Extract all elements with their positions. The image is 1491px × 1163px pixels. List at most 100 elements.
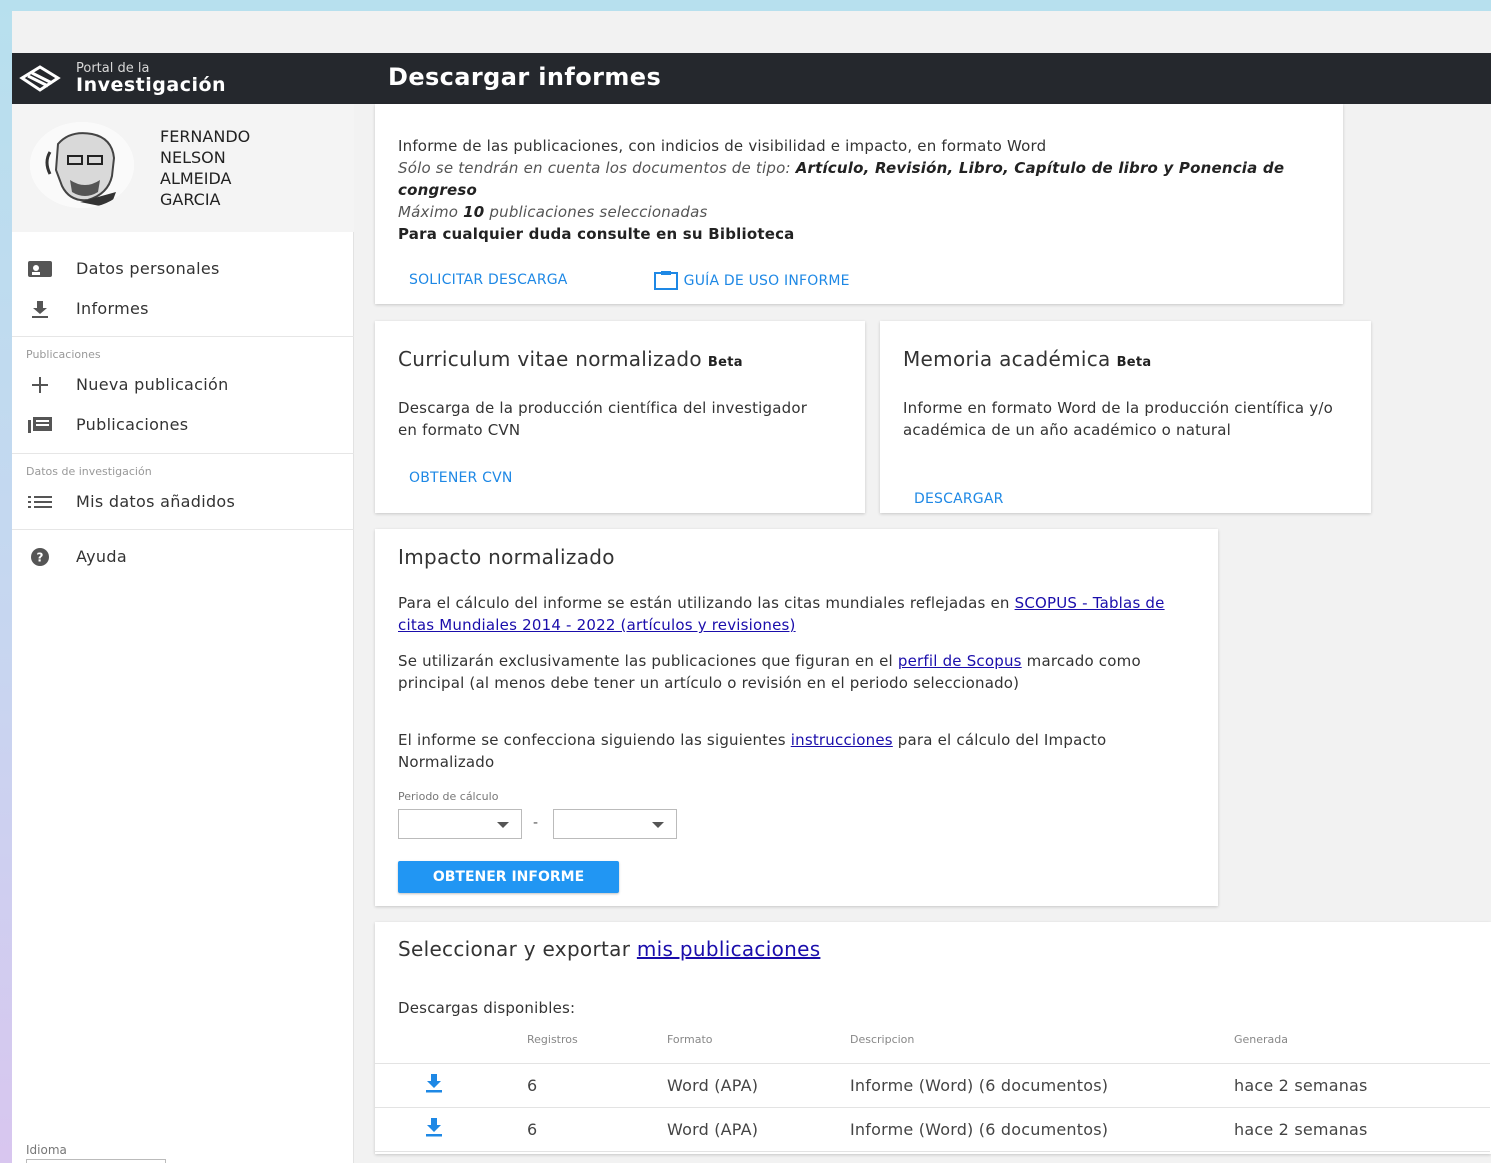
portal-logo-icon bbox=[19, 65, 61, 92]
section-label-datos: Datos de investigación bbox=[26, 465, 152, 478]
portal-logo[interactable]: Portal de la Investigación bbox=[18, 61, 318, 97]
section-label-publicaciones: Publicaciones bbox=[26, 348, 101, 361]
description-line: Informe de las publicaciones, con indici… bbox=[398, 137, 1047, 155]
download-icon[interactable] bbox=[423, 1116, 445, 1138]
impacto-paragraph-2: Se utilizarán exclusivamente las publica… bbox=[398, 650, 1198, 694]
user-name-line: GARCIA bbox=[160, 190, 221, 209]
cell-registros: 6 bbox=[527, 1063, 667, 1108]
table-row: 6 Word (APA) Informe (Word) (6 documento… bbox=[375, 1107, 1490, 1152]
card-export-title-text: Seleccionar y exportar bbox=[398, 937, 637, 961]
chevron-down-icon bbox=[652, 822, 664, 828]
avatar-portrait-icon bbox=[30, 122, 134, 208]
card-cvn-description: Descarga de la producción científica del… bbox=[398, 399, 808, 439]
sidebar: FERNANDO NELSON ALMEIDA GARCIA Datos per… bbox=[12, 104, 354, 1163]
download-icon bbox=[26, 299, 56, 319]
card-cvn-title: Curriculum vitae normalizado Beta bbox=[398, 347, 743, 371]
usage-guide-label: GUÍA DE USO INFORME bbox=[683, 273, 850, 289]
beta-badge: Beta bbox=[1116, 355, 1152, 370]
document-types-line: Sólo se tendrán en cuenta los documentos… bbox=[398, 157, 1298, 201]
card-impacto: Impacto normalizado Para el cálculo del … bbox=[375, 529, 1218, 906]
sidebar-divider bbox=[12, 336, 354, 337]
avatar[interactable] bbox=[30, 122, 134, 208]
download-cell bbox=[375, 1107, 527, 1152]
brand-large-text: Investigación bbox=[76, 74, 227, 96]
scopus-profile-link[interactable]: perfil de Scopus bbox=[898, 652, 1022, 670]
cell-formato: Word (APA) bbox=[667, 1107, 850, 1152]
column-header-generada: Generada bbox=[1234, 1017, 1490, 1064]
download-icon[interactable] bbox=[423, 1072, 445, 1094]
cell-generada: hace 2 semanas bbox=[1234, 1063, 1490, 1108]
max-publications-line: Máximo 10 publicaciones seleccionadas bbox=[398, 201, 1298, 223]
sidebar-item-label: Informes bbox=[76, 299, 149, 318]
table-row: 6 Word (APA) Informe (Word) (6 documento… bbox=[375, 1063, 1490, 1108]
cell-descripcion: Informe (Word) (6 documentos) bbox=[850, 1063, 1234, 1108]
sidebar-item-ayuda[interactable]: ? Ayuda bbox=[12, 537, 354, 577]
download-memoria-button[interactable]: DESCARGAR bbox=[914, 491, 1004, 507]
sidebar-item-nueva-publicacion[interactable]: Nueva publicación bbox=[12, 365, 354, 405]
sidebar-item-label: Nueva publicación bbox=[76, 375, 229, 394]
page-title: Descargar informes bbox=[388, 63, 662, 91]
sidebar-item-label: Mis datos añadidos bbox=[76, 492, 236, 511]
cell-registros: 6 bbox=[527, 1107, 667, 1152]
card-informe-publicaciones: Informe de las publicaciones, con indici… bbox=[375, 104, 1343, 304]
library-note: Para cualquier duda consulte en su Bibli… bbox=[398, 225, 795, 243]
usage-guide-button[interactable]: GUÍA DE USO INFORME bbox=[653, 270, 850, 290]
column-header-descripcion: Descripcion bbox=[850, 1017, 1234, 1064]
column-header-registros: Registros bbox=[527, 1017, 667, 1064]
card-memoria-title-text: Memoria académica bbox=[903, 347, 1111, 371]
downloads-table: Registros Formato Descripcion Generada 6… bbox=[375, 1017, 1490, 1152]
impacto-paragraph-3: El informe se confecciona siguiendo las … bbox=[398, 729, 1198, 773]
language-select[interactable] bbox=[26, 1159, 166, 1163]
period-separator: - bbox=[533, 815, 539, 831]
cell-formato: Word (APA) bbox=[667, 1063, 850, 1108]
library-icon bbox=[26, 415, 56, 435]
card-memoria-title: Memoria académica Beta bbox=[903, 347, 1152, 371]
column-header-formato: Formato bbox=[667, 1017, 850, 1064]
column-header-action bbox=[375, 1017, 527, 1064]
get-cvn-button[interactable]: OBTENER CVN bbox=[409, 470, 513, 486]
svg-text:?: ? bbox=[37, 551, 44, 565]
instructions-link[interactable]: instrucciones bbox=[791, 731, 893, 749]
paragraph-text: Para el cálculo del informe se están uti… bbox=[398, 594, 1015, 612]
card-memoria: Memoria académica Beta Informe en formato… bbox=[880, 321, 1371, 513]
card-publicaciones-description: Informe de las publicaciones, con indici… bbox=[398, 135, 1298, 245]
sidebar-item-informes[interactable]: Informes bbox=[12, 289, 354, 329]
sidebar-item-publicaciones[interactable]: Publicaciones bbox=[12, 405, 354, 445]
downloads-label: Descargas disponibles: bbox=[398, 999, 576, 1017]
sidebar-divider bbox=[12, 529, 354, 530]
period-start-select[interactable] bbox=[398, 809, 522, 839]
top-bar: Portal de la Investigación Descargar inf… bbox=[12, 53, 1491, 104]
sidebar-item-label: Publicaciones bbox=[76, 415, 189, 434]
app-window: Portal de la Investigación Descargar inf… bbox=[12, 11, 1491, 1163]
request-download-button[interactable]: SOLICITAR DESCARGA bbox=[409, 272, 568, 288]
user-name-line: ALMEIDA bbox=[160, 169, 232, 188]
user-name-line: NELSON bbox=[160, 148, 226, 167]
sidebar-divider bbox=[12, 453, 354, 454]
cell-descripcion: Informe (Word) (6 documentos) bbox=[850, 1107, 1234, 1152]
period-end-select[interactable] bbox=[553, 809, 677, 839]
plus-icon bbox=[26, 375, 56, 395]
card-cvn: Curriculum vitae normalizado Beta Descarg… bbox=[375, 321, 865, 513]
paragraph-text: Se utilizarán exclusivamente las publica… bbox=[398, 652, 898, 670]
user-name-line: FERNANDO bbox=[160, 127, 251, 146]
sidebar-item-label: Ayuda bbox=[76, 547, 127, 566]
clipboard-icon bbox=[654, 271, 678, 290]
user-name: FERNANDO NELSON ALMEIDA GARCIA bbox=[160, 126, 330, 210]
sidebar-item-mis-datos[interactable]: Mis datos añadidos bbox=[12, 482, 354, 522]
table-header-row: Registros Formato Descripcion Generada bbox=[375, 1017, 1490, 1064]
document-types-intro: Sólo se tendrán en cuenta los documentos… bbox=[398, 159, 796, 177]
list-icon bbox=[26, 492, 56, 512]
my-publications-link[interactable]: mis publicaciones bbox=[637, 937, 821, 961]
card-export: Seleccionar y exportar mis publicaciones… bbox=[375, 922, 1491, 1154]
beta-badge: Beta bbox=[707, 355, 743, 370]
period-label: Periodo de cálculo bbox=[398, 790, 499, 803]
impacto-paragraph-1: Para el cálculo del informe se están uti… bbox=[398, 592, 1198, 636]
get-report-button[interactable]: OBTENER INFORME bbox=[398, 861, 619, 893]
max-text: publicaciones seleccionadas bbox=[484, 203, 708, 221]
max-number: 10 bbox=[463, 203, 485, 221]
sidebar-item-datos-personales[interactable]: Datos personales bbox=[12, 249, 354, 289]
sidebar-item-label: Datos personales bbox=[76, 259, 220, 278]
cell-generada: hace 2 semanas bbox=[1234, 1107, 1490, 1152]
chevron-down-icon bbox=[497, 822, 509, 828]
download-cell bbox=[375, 1063, 527, 1108]
